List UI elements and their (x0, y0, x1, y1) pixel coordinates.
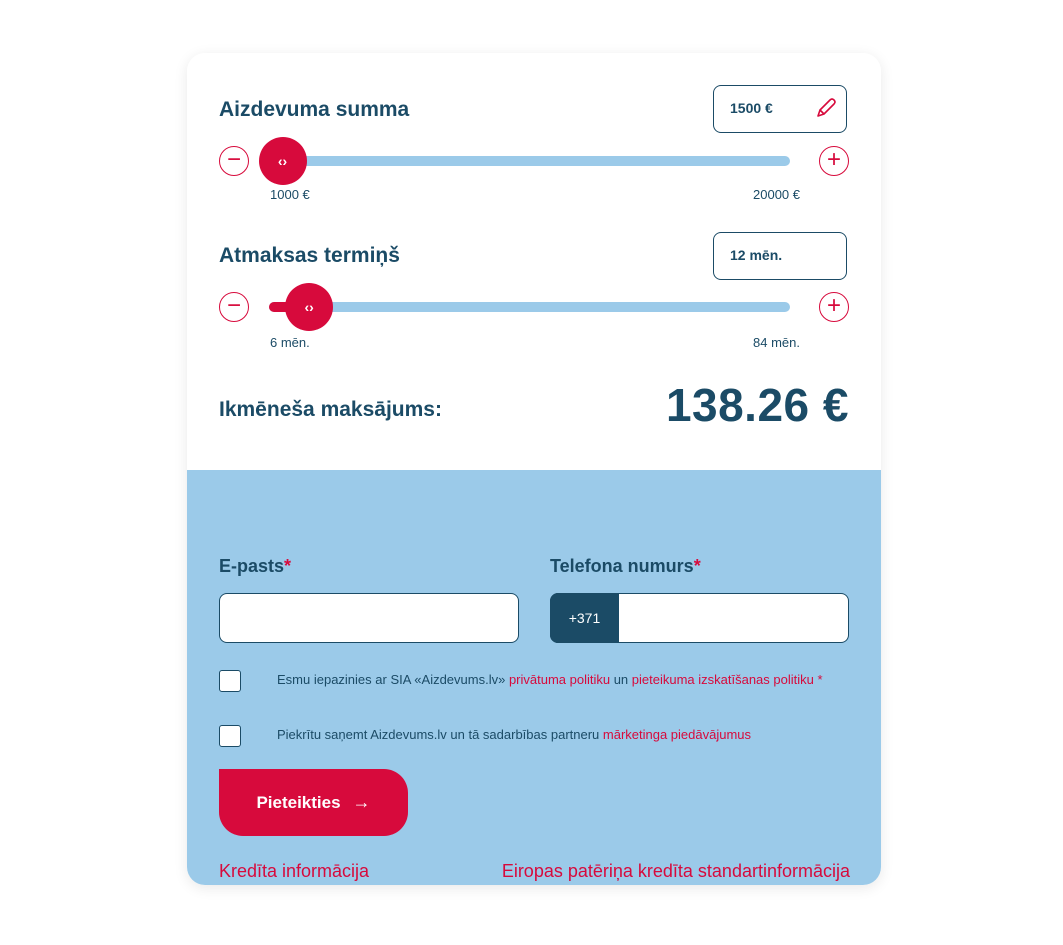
term-decrease-button[interactable]: − (219, 292, 249, 322)
email-input[interactable] (219, 593, 519, 643)
email-required-mark: * (284, 556, 292, 576)
minus-icon: − (226, 292, 241, 319)
loan-amount-min-label: 1000 € (270, 187, 310, 202)
phone-label-text: Telefona numurs (550, 556, 694, 576)
chevrons-left-right-icon: ‹› (304, 299, 314, 315)
calculator-section: Aizdevuma summa 1500 € − ‹› + 1000 € 200… (187, 53, 881, 470)
minus-icon: − (226, 146, 241, 173)
loan-calculator-card: Aizdevuma summa 1500 € − ‹› + 1000 € 200… (187, 53, 881, 885)
loan-amount-slider-track[interactable]: ‹› (258, 137, 790, 185)
arrow-right-icon: → (352, 792, 371, 812)
privacy-consent-text: Esmu iepazinies ar SIA «Aizdevums.lv» pr… (277, 671, 837, 688)
term-max-label: 84 mēn. (753, 335, 800, 350)
privacy-policy-link[interactable]: privātuma politiku (509, 672, 610, 687)
loan-amount-value: 1500 € (730, 100, 773, 116)
term-slider-track[interactable]: ‹› (269, 283, 790, 331)
term-slider-thumb[interactable]: ‹› (285, 283, 334, 331)
loan-amount-title: Aizdevuma summa (219, 98, 410, 121)
loan-amount-field[interactable]: 1500 € (713, 85, 847, 133)
marketing-consent-checkbox[interactable] (219, 725, 241, 747)
term-value: 12 mēn. (730, 247, 783, 263)
marketing-consent-text: Piekrītu saņemt Aizdevums.lv un tā sadar… (277, 726, 857, 743)
phone-required-mark: * (693, 556, 701, 576)
marketing-offers-link[interactable]: mārketinga piedāvājumus (603, 727, 751, 742)
term-field[interactable]: 12 mēn. (713, 232, 847, 280)
pencil-icon[interactable] (814, 96, 838, 120)
privacy-consent-middle: un (610, 672, 632, 687)
privacy-consent-checkbox[interactable] (219, 670, 241, 692)
term-increase-button[interactable]: + (819, 292, 849, 322)
monthly-payment-label: Ikmēneša maksājums: (219, 398, 442, 421)
term-min-label: 6 mēn. (270, 335, 310, 350)
chevrons-left-right-icon: ‹› (277, 153, 288, 169)
phone-country-code: +371 (550, 593, 619, 643)
european-credit-information-link[interactable]: Eiropas patēriņa kredīta standartinformā… (502, 861, 850, 882)
plus-icon: + (826, 292, 841, 319)
loan-amount-decrease-button[interactable]: − (219, 146, 249, 176)
loan-amount-slider-thumb[interactable]: ‹› (258, 137, 307, 185)
apply-button-label: Pieteikties (256, 793, 341, 812)
phone-label: Telefona numurs* (550, 556, 701, 577)
email-label: E-pasts* (219, 556, 291, 577)
plus-icon: + (826, 146, 841, 173)
apply-button[interactable]: Pieteikties → (219, 769, 408, 836)
application-form-section: E-pasts* Telefona numurs* +371 Esmu iepa… (187, 470, 881, 885)
term-title: Atmaksas termiņš (219, 244, 400, 267)
credit-information-link[interactable]: Kredīta informācija (219, 861, 369, 882)
marketing-consent-prefix: Piekrītu saņemt Aizdevums.lv un tā sadar… (277, 727, 603, 742)
email-label-text: E-pasts (219, 556, 285, 576)
review-policy-link[interactable]: pieteikuma izskatīšanas politiku * (632, 672, 823, 687)
loan-amount-increase-button[interactable]: + (819, 146, 849, 176)
loan-amount-max-label: 20000 € (753, 187, 800, 202)
monthly-payment-value: 138.26 € (665, 379, 849, 431)
privacy-consent-prefix: Esmu iepazinies ar SIA «Aizdevums.lv» (277, 672, 509, 687)
